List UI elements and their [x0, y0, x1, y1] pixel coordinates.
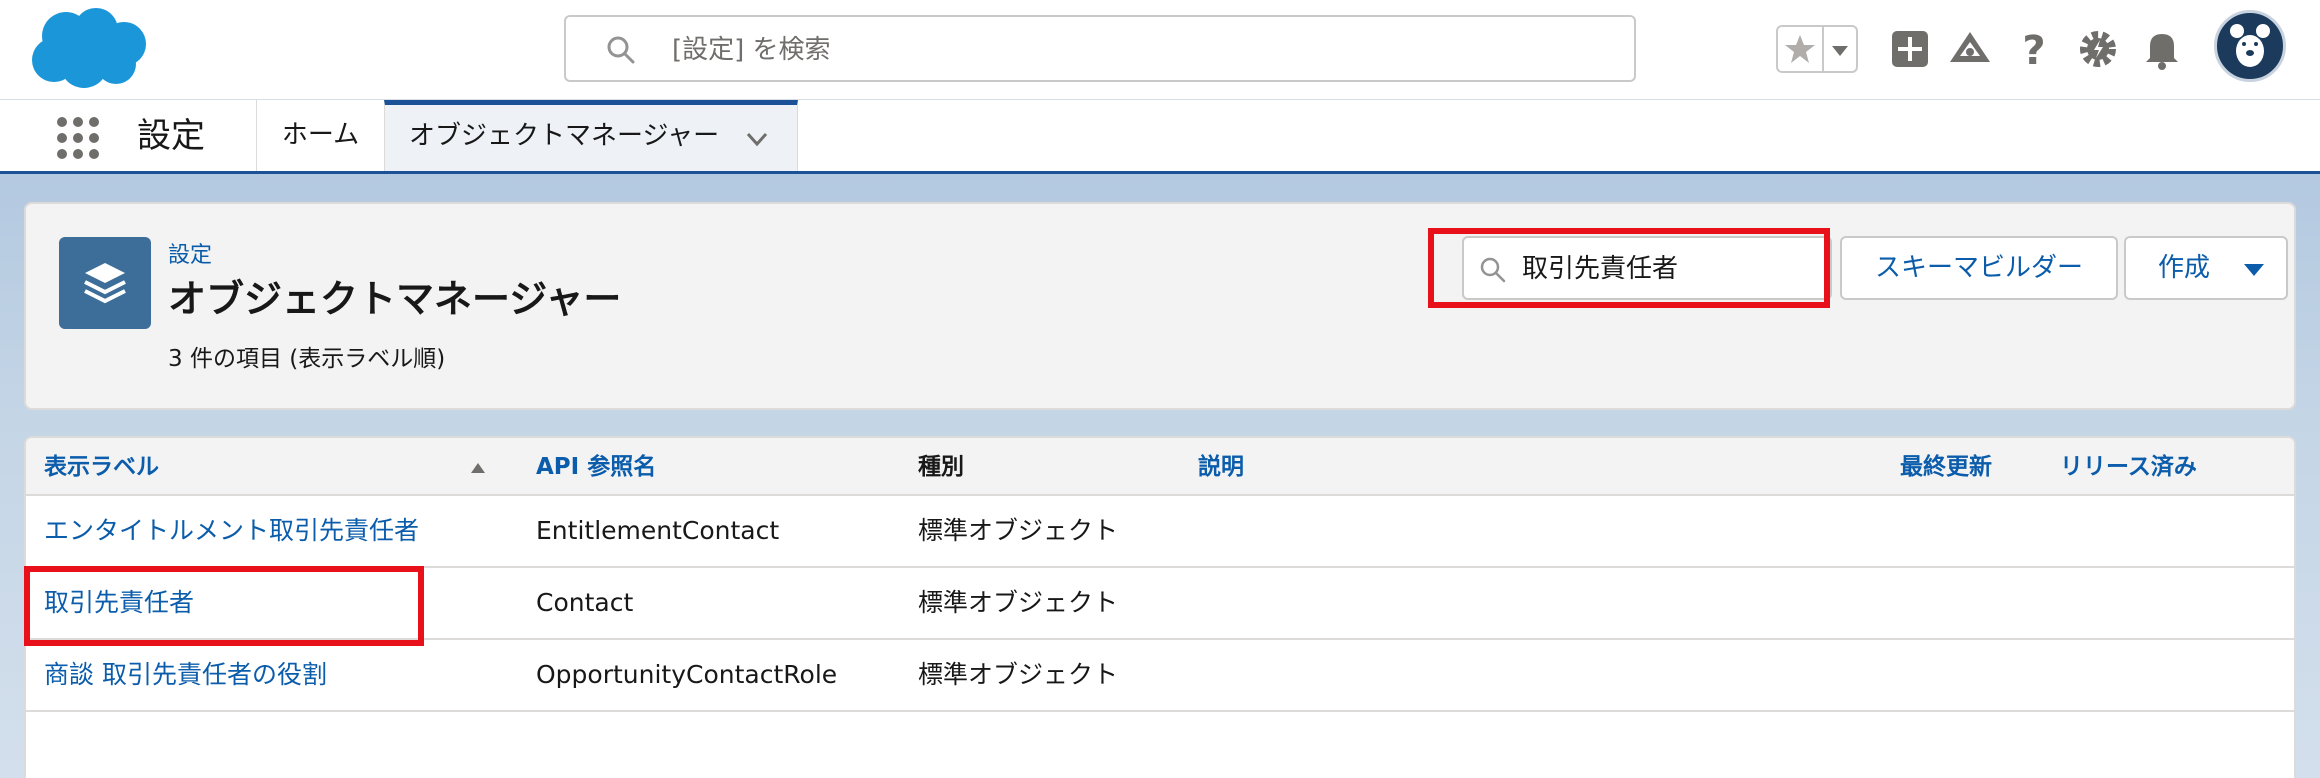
bear-avatar-icon — [2230, 24, 2270, 67]
star-icon — [1785, 35, 1815, 63]
row-label-link[interactable]: エンタイトルメント取引先責任者 — [44, 514, 419, 548]
tab-object-manager[interactable]: オブジェクトマネージャー — [384, 100, 798, 171]
schema-builder-button[interactable]: スキーマビルダー — [1840, 236, 2118, 300]
global-header: [設定] を検索 ? — [0, 0, 2320, 100]
row-api-name: Contact — [536, 588, 634, 617]
app-launcher-icon[interactable] — [56, 116, 100, 160]
table-row: エンタイトルメント取引先責任者 EntitlementContact 標準オブジ… — [26, 496, 2294, 568]
search-placeholder: [設定] を検索 — [672, 35, 831, 65]
favorites-menu-button[interactable] — [1824, 27, 1856, 71]
page-header: 設定 オブジェクトマネージャー 3 件の項目 (表示ラベル順) 取引先責任者 ス… — [24, 202, 2296, 410]
column-header-deployed[interactable]: リリース済み — [2060, 450, 2197, 484]
column-header-api-name[interactable]: API 参照名 — [536, 450, 656, 484]
row-type: 標準オブジェクト — [918, 516, 1119, 545]
row-type: 標準オブジェクト — [918, 588, 1119, 617]
row-api-name: EntitlementContact — [536, 516, 780, 545]
search-icon — [607, 36, 635, 64]
column-header-type: 種別 — [918, 454, 964, 480]
breadcrumb[interactable]: 設定 — [168, 242, 212, 270]
column-header-label[interactable]: 表示ラベル — [44, 450, 159, 484]
column-header-description[interactable]: 説明 — [1198, 450, 1244, 484]
help-icon[interactable]: ? — [2010, 24, 2058, 74]
caret-down-icon — [1832, 46, 1848, 56]
add-icon[interactable] — [1886, 24, 1934, 74]
navigation-bar: 設定 ホーム オブジェクトマネージャー — [0, 100, 2320, 174]
tab-home[interactable]: ホーム — [256, 100, 384, 171]
row-label-link[interactable]: 商談 取引先責任者の役割 — [44, 658, 327, 692]
page-title: オブジェクトマネージャー — [168, 277, 622, 321]
row-highlight-box — [24, 566, 424, 646]
column-header-last-modified[interactable]: 最終更新 — [1900, 450, 1992, 484]
table-row: 商談 取引先責任者の役割 OpportunityContactRole 標準オブ… — [26, 640, 2294, 712]
salesforce-cloud-icon[interactable] — [28, 6, 150, 94]
row-type: 標準オブジェクト — [918, 660, 1119, 689]
svg-text:?: ? — [2022, 28, 2045, 74]
layers-icon — [59, 237, 151, 329]
avatar[interactable] — [2214, 10, 2286, 82]
tab-object-manager-label: オブジェクトマネージャー — [409, 121, 720, 151]
row-api-name: OpportunityContactRole — [536, 660, 838, 689]
sort-up-icon[interactable] — [470, 462, 486, 474]
global-search-input[interactable]: [設定] を検索 — [564, 15, 1636, 82]
caret-down-icon — [2244, 264, 2264, 276]
favorite-star-button[interactable] — [1778, 27, 1824, 71]
app-name: 設定 — [137, 116, 205, 156]
favorites-button-group — [1776, 25, 1858, 73]
search-highlight-box — [1428, 228, 1830, 308]
item-count-text: 3 件の項目 (表示ラベル順) — [168, 346, 446, 372]
trailhead-icon[interactable] — [1946, 24, 1994, 74]
chevron-down-icon[interactable] — [743, 125, 771, 153]
table-header: 表示ラベル API 参照名 種別 説明 最終更新 リリース済み — [26, 438, 2294, 496]
create-button[interactable]: 作成 — [2124, 236, 2288, 300]
create-button-label: 作成 — [2158, 253, 2211, 283]
bell-icon[interactable] — [2138, 24, 2186, 74]
setup-gear-icon[interactable] — [2074, 24, 2122, 74]
